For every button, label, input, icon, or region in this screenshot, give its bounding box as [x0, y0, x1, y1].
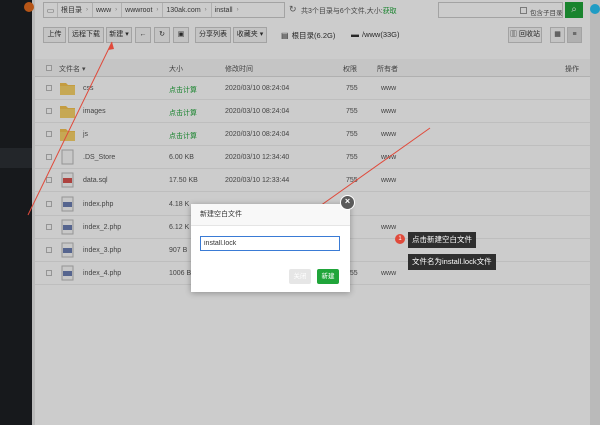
new-file-dialog: 新建空白文件 关闭 新建	[191, 204, 350, 292]
dialog-create-button[interactable]: 新建	[317, 269, 339, 284]
dialog-close-button[interactable]: 关闭	[289, 269, 311, 284]
filename-input[interactable]	[200, 236, 340, 251]
help-icon[interactable]	[590, 4, 600, 14]
annotation-callout-1: 点击新建空白文件	[408, 232, 476, 248]
step-number-badge: 1	[395, 234, 405, 244]
dialog-title: 新建空白文件	[191, 204, 350, 226]
close-icon[interactable]: ×	[340, 195, 355, 210]
annotation-callout-2: 文件名为install.lock文件	[408, 254, 496, 270]
